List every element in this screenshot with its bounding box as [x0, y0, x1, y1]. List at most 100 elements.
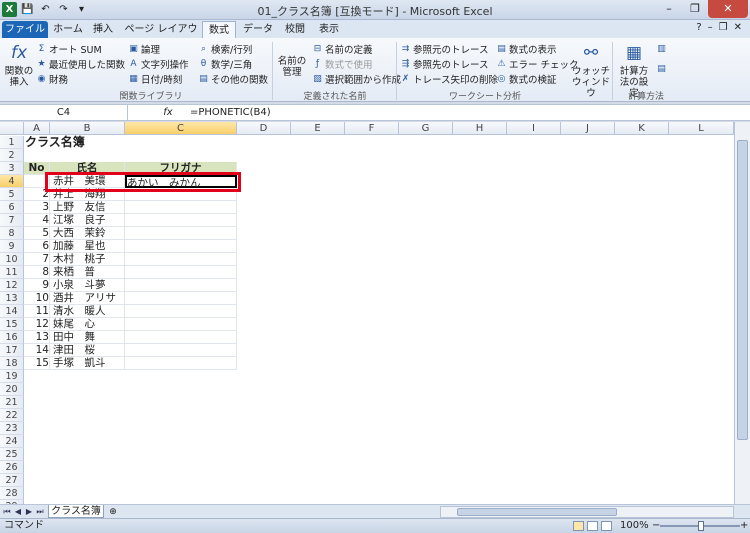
row-header[interactable]: 12 — [0, 279, 24, 292]
cell-kana[interactable] — [125, 318, 237, 331]
tab-review[interactable]: 校閲 — [280, 21, 310, 38]
cell-kana[interactable] — [125, 201, 237, 214]
column-header[interactable]: J — [561, 122, 615, 135]
minimize-button[interactable]: – — [656, 0, 682, 18]
column-header[interactable]: A — [24, 122, 50, 135]
tab-view[interactable]: 表示 — [314, 21, 344, 38]
page-layout-view-icon[interactable] — [587, 521, 598, 531]
cell-kana[interactable] — [125, 253, 237, 266]
cell-kana[interactable] — [125, 305, 237, 318]
cell-name[interactable]: 木村 桃子 — [50, 253, 125, 266]
cell-no[interactable]: 11 — [24, 305, 50, 318]
row-header[interactable]: 5 — [0, 188, 24, 201]
row-header[interactable]: 3 — [0, 162, 24, 175]
tab-file[interactable]: ファイル — [2, 21, 48, 38]
cell-name[interactable]: 酒井 アリサ — [50, 292, 125, 305]
row-header[interactable]: 21 — [0, 396, 24, 409]
cell-name[interactable]: 江塚 良子 — [50, 214, 125, 227]
row-header[interactable]: 8 — [0, 227, 24, 240]
column-header[interactable]: F — [345, 122, 399, 135]
column-header[interactable]: K — [615, 122, 669, 135]
cell-no[interactable]: 9 — [24, 279, 50, 292]
cell-no[interactable]: 12 — [24, 318, 50, 331]
formula-input[interactable]: =PHONETIC(B4) — [190, 105, 271, 120]
row-header[interactable]: 9 — [0, 240, 24, 253]
column-header[interactable]: B — [50, 122, 125, 135]
column-header[interactable]: I — [507, 122, 561, 135]
row-header[interactable]: 22 — [0, 409, 24, 422]
cell-no[interactable]: 8 — [24, 266, 50, 279]
remove-arrows-button[interactable]: ✗ トレース矢印の削除 — [400, 72, 498, 87]
text-functions-button[interactable]: A 文字列操作 — [128, 57, 188, 72]
workbook-close-button[interactable]: ✕ — [734, 22, 742, 33]
row-header[interactable]: 4 — [0, 175, 24, 188]
cell-no[interactable]: 4 — [24, 214, 50, 227]
name-box[interactable]: C4 — [0, 105, 128, 120]
next-sheet-button[interactable]: ▶ — [24, 506, 34, 518]
cell-name[interactable]: 上野 友信 — [50, 201, 125, 214]
column-header[interactable]: E — [291, 122, 345, 135]
select-all-button[interactable] — [0, 122, 24, 135]
error-checking-button[interactable]: ⚠ エラー チェック — [496, 57, 578, 72]
trace-dependents-button[interactable]: ⇶ 参照先のトレース — [400, 57, 489, 72]
column-header[interactable]: H — [453, 122, 507, 135]
evaluate-formula-button[interactable]: ◎ 数式の検証 — [496, 72, 557, 87]
cell-no[interactable]: 7 — [24, 253, 50, 266]
prev-sheet-button[interactable]: ◀ — [13, 506, 23, 518]
cell-kana[interactable] — [125, 227, 237, 240]
zoom-in-button[interactable]: + — [740, 519, 748, 533]
autosum-button[interactable]: Σ オート SUM — [36, 42, 102, 57]
cell-name[interactable]: 来栖 普 — [50, 266, 125, 279]
horizontal-scroll-thumb[interactable] — [457, 508, 617, 516]
tab-insert[interactable]: 挿入 — [88, 21, 118, 38]
sheet-title[interactable]: クラス名簿 — [25, 136, 125, 149]
calculate-sheet-button[interactable]: ▤ — [656, 64, 667, 75]
column-header[interactable]: C — [125, 122, 237, 135]
row-header[interactable]: 2 — [0, 149, 24, 162]
column-header[interactable]: G — [399, 122, 453, 135]
cell-no[interactable]: 3 — [24, 201, 50, 214]
datetime-button[interactable]: ▦ 日付/時刻 — [128, 72, 182, 87]
tab-data[interactable]: データ — [240, 21, 276, 38]
workbook-minimize-button[interactable]: – — [708, 22, 713, 33]
zoom-slider-knob[interactable] — [698, 521, 704, 531]
first-sheet-button[interactable]: ⏮ — [2, 506, 12, 518]
tab-home[interactable]: ホーム — [50, 21, 86, 38]
row-header[interactable]: 17 — [0, 344, 24, 357]
row-header[interactable]: 16 — [0, 331, 24, 344]
trace-precedents-button[interactable]: ⇉ 参照元のトレース — [400, 42, 489, 57]
row-header[interactable]: 15 — [0, 318, 24, 331]
vertical-scrollbar[interactable] — [734, 122, 750, 504]
row-header[interactable]: 13 — [0, 292, 24, 305]
workbook-restore-button[interactable]: ❐ — [719, 22, 728, 33]
row-header[interactable]: 27 — [0, 474, 24, 487]
lookup-button[interactable]: ⌕ 検索/行列 — [198, 42, 252, 57]
cell-name[interactable]: 加藤 星也 — [50, 240, 125, 253]
row-header[interactable]: 20 — [0, 383, 24, 396]
watch-window-button[interactable]: ⚯ ウォッチ ウィンドウ — [572, 42, 610, 99]
cell-kana[interactable] — [125, 279, 237, 292]
cell-name[interactable]: 清水 暖人 — [50, 305, 125, 318]
row-header[interactable]: 18 — [0, 357, 24, 370]
financial-button[interactable]: ◉ 財務 — [36, 72, 68, 87]
sheet-tab-active[interactable]: クラス名簿 — [48, 505, 104, 518]
insert-function-button[interactable]: fx 関数の挿入 — [2, 42, 36, 88]
cell-no[interactable]: 14 — [24, 344, 50, 357]
cell-kana[interactable] — [125, 240, 237, 253]
column-header[interactable]: D — [237, 122, 291, 135]
cell-no[interactable]: 5 — [24, 227, 50, 240]
row-header[interactable]: 28 — [0, 487, 24, 500]
math-button[interactable]: θ 数学/三角 — [198, 57, 252, 72]
cell-kana[interactable] — [125, 331, 237, 344]
cell-no[interactable]: 13 — [24, 331, 50, 344]
show-formulas-button[interactable]: ▤ 数式の表示 — [496, 42, 556, 57]
cell-kana[interactable] — [125, 357, 237, 370]
tab-page-layout[interactable]: ページ レイアウト — [122, 21, 200, 52]
cell-name[interactable]: 手塚 凱斗 — [50, 357, 125, 370]
insert-function-icon[interactable]: fx — [158, 105, 178, 120]
define-name-button[interactable]: ⊟ 名前の定義 — [312, 42, 373, 57]
page-break-view-icon[interactable] — [601, 521, 612, 531]
cell-name[interactable]: 小泉 斗夢 — [50, 279, 125, 292]
create-from-selection-button[interactable]: ▧ 選択範囲から作成 — [312, 72, 401, 87]
row-header[interactable]: 11 — [0, 266, 24, 279]
